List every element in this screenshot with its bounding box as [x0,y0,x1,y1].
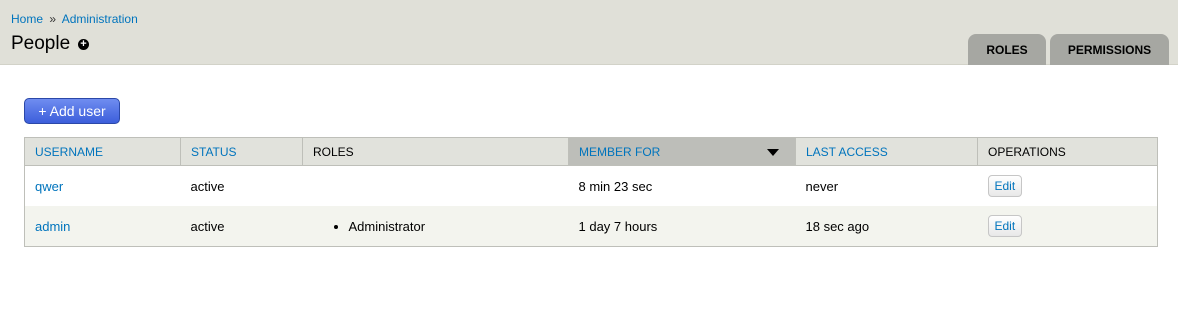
cell-member-for: 1 day 7 hours [568,206,796,247]
column-header-username[interactable]: USERNAME [24,137,181,166]
username-link[interactable]: qwer [35,179,63,194]
cell-operations: Edit [977,165,1158,206]
cell-last-access: 18 sec ago [795,206,978,247]
page-header: Home » Administration People + ROLES PER… [0,0,1178,65]
table-row: admin active Administrator 1 day 7 hours… [24,206,1158,247]
cell-roles [302,165,569,206]
add-user-button[interactable]: + Add user [24,98,120,124]
breadcrumb-administration-link[interactable]: Administration [62,12,138,26]
sort-last-access-link[interactable]: LAST ACCESS [806,145,888,159]
table-row: qwer active 8 min 23 sec never Edit [24,165,1158,206]
breadcrumb-home-link[interactable]: Home [11,12,43,26]
cell-status: active [180,165,303,206]
tab-permissions[interactable]: PERMISSIONS [1050,34,1169,65]
breadcrumb: Home » Administration [11,12,138,26]
edit-button[interactable]: Edit [987,215,1023,237]
cell-last-access: never [795,165,978,206]
column-header-operations: OPERATIONS [977,137,1158,166]
column-header-status[interactable]: STATUS [180,137,303,166]
cell-member-for: 8 min 23 sec [568,165,796,206]
sort-username-link[interactable]: USERNAME [35,145,103,159]
tab-roles[interactable]: ROLES [968,34,1046,65]
cell-status: active [180,206,303,247]
users-table: USERNAME STATUS ROLES MEMBER FOR LAST AC… [24,137,1158,247]
add-shortcut-icon[interactable]: + [78,39,89,50]
role-item: Administrator [349,219,559,234]
sort-member-for-link[interactable]: MEMBER FOR [579,145,660,159]
breadcrumb-separator: » [49,12,57,26]
page-title: People [11,33,71,54]
sort-status-link[interactable]: STATUS [191,145,237,159]
cell-operations: Edit [977,206,1158,247]
column-header-last-access[interactable]: LAST ACCESS [795,137,978,166]
username-link[interactable]: admin [35,219,70,234]
edit-button[interactable]: Edit [987,175,1023,197]
column-header-roles: ROLES [302,137,569,166]
cell-username: admin [24,206,181,247]
table-header-row: USERNAME STATUS ROLES MEMBER FOR LAST AC… [24,137,1158,166]
sort-descending-icon[interactable] [767,149,779,156]
roles-list: Administrator [313,219,559,234]
cell-roles: Administrator [302,206,569,247]
column-header-member-for[interactable]: MEMBER FOR [568,137,796,166]
cell-username: qwer [24,165,181,206]
